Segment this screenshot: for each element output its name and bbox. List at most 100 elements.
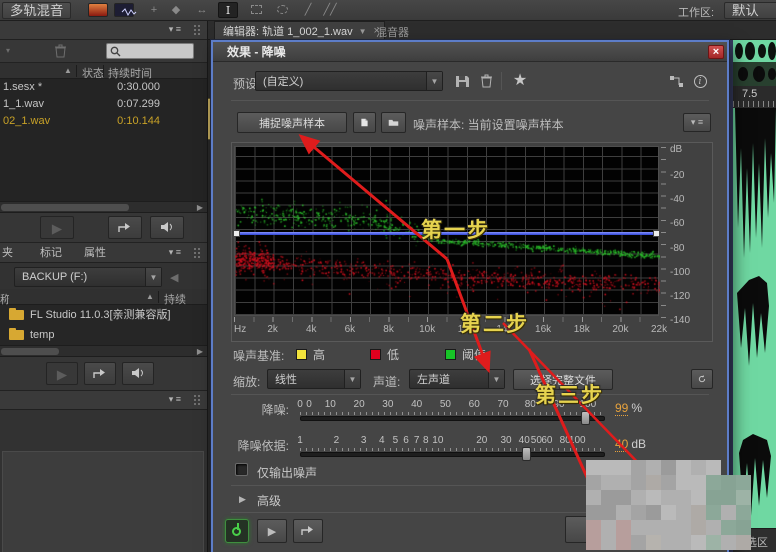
slider-tick-label: 1	[297, 435, 303, 446]
mosaic-tile	[646, 520, 661, 535]
media-column-header[interactable]: 称 ▲ 持续	[0, 289, 207, 305]
tab-properties[interactable]: 属性	[84, 246, 106, 261]
media-hscrollbar[interactable]: ▶	[0, 345, 207, 357]
channel-dropdown[interactable]: 左声道 ▼	[409, 369, 505, 389]
capture-noise-sample-button[interactable]: 捕捉噪声样本	[237, 112, 347, 133]
folder-row[interactable]: FL Studio 11.0.3[亲测兼容版]	[0, 305, 207, 325]
preset-dropdown[interactable]: (自定义) ▼	[255, 71, 443, 91]
delete-preset-icon[interactable]	[475, 71, 497, 91]
scrollbar-thumb[interactable]	[1, 204, 129, 211]
tab-dropdown-icon[interactable]: ▼	[359, 27, 367, 36]
nr-slider-track[interactable]	[300, 416, 605, 421]
move-tool-icon[interactable]: +	[144, 2, 164, 18]
multitrack-button[interactable]: 多轨混音	[2, 2, 71, 19]
spectral-view-icon[interactable]	[88, 3, 108, 17]
slip-tool-icon[interactable]: ↔	[192, 2, 212, 18]
timeline-ruler[interactable]: 7.5	[733, 86, 776, 108]
annotation-step1: 第一步	[421, 214, 490, 244]
slider-tick-label: 60	[541, 435, 552, 446]
speaker-icon[interactable]	[122, 362, 154, 385]
search-input[interactable]	[106, 43, 194, 59]
app-window: 多轨混音 + ◆ ↔ I ╱ ╱╱ 工作区: 默认 编辑器: 轨道 1_002_…	[0, 0, 776, 552]
lower-panel-tabs: 夹 标记 属性 ▾ ≡	[0, 243, 207, 263]
effect-power-toggle[interactable]	[225, 519, 249, 543]
back-icon[interactable]: ◀	[170, 271, 178, 284]
panel-grip-icon[interactable]	[193, 247, 201, 260]
slider-tick-label: 4	[379, 435, 385, 446]
play-button[interactable]: ▶	[40, 216, 74, 239]
file-name[interactable]: 1_1.wav	[3, 96, 44, 113]
filter-dropdown-icon[interactable]: ▾	[6, 46, 10, 55]
open-in-editor-icon[interactable]	[108, 216, 142, 239]
advanced-expander-icon[interactable]: ▶	[239, 494, 246, 505]
workspace-dropdown[interactable]: 默认	[724, 2, 776, 19]
preview-play-button[interactable]: ▶	[257, 519, 287, 543]
drive-dropdown[interactable]: BACKUP (F:) ▼	[14, 267, 162, 287]
x-axis-tick-label: 22k	[651, 324, 667, 335]
panel-menu-icon[interactable]: ▾ ≡	[169, 24, 181, 35]
waveform-view-icon[interactable]	[114, 3, 134, 17]
output-noise-only-checkbox[interactable]	[235, 463, 248, 476]
file-row[interactable]: 1_1.wav0:07.299	[0, 96, 207, 113]
time-selection-tool-icon[interactable]: I	[218, 2, 238, 18]
file-name[interactable]: 1.sesx *	[3, 79, 42, 96]
reset-icon[interactable]	[691, 369, 713, 389]
routing-icon[interactable]	[665, 71, 687, 91]
play-button[interactable]: ▶	[46, 362, 78, 385]
tab-clipped[interactable]: 夹	[2, 246, 13, 261]
open-in-editor-icon[interactable]	[84, 362, 116, 385]
file-row[interactable]: 1.sesx *0:30.000	[0, 79, 207, 96]
folder-name[interactable]: temp	[30, 329, 54, 341]
nr-value[interactable]: 99	[615, 401, 628, 416]
file-row[interactable]: 02_1.wav0:10.144	[0, 113, 207, 130]
lasso-selection-tool-icon[interactable]	[272, 2, 292, 18]
sort-asc-icon[interactable]: ▲	[64, 66, 72, 75]
save-sample-file-icon[interactable]	[353, 112, 376, 133]
nr-slider-handle[interactable]	[581, 411, 590, 425]
info-icon[interactable]: i	[689, 71, 711, 91]
mosaic-tile	[661, 535, 676, 550]
mosaic-tile	[706, 535, 721, 550]
scroll-right-icon[interactable]: ▶	[193, 346, 207, 356]
brush-tool-icon[interactable]: ╱	[298, 2, 318, 18]
spot-heal-tool-icon[interactable]: ╱╱	[320, 2, 340, 18]
loop-playback-icon[interactable]	[293, 519, 323, 543]
marquee-selection-tool-icon[interactable]	[246, 2, 266, 18]
waveform-overview-bottom[interactable]	[733, 62, 776, 86]
panel-grip-icon[interactable]	[193, 394, 201, 407]
files-hscrollbar[interactable]: ▶	[0, 201, 207, 213]
threshold-right-handle[interactable]	[653, 230, 660, 237]
dialog-titlebar[interactable]: 效果 - 降噪 ×	[213, 42, 727, 62]
tab-editor[interactable]: 编辑器: 轨道 1_002_1.wav ▼ ×	[214, 21, 385, 40]
folder-row[interactable]: temp	[0, 325, 207, 345]
scroll-right-icon[interactable]: ▶	[193, 202, 207, 212]
graph-menu-icon[interactable]: ▾ ≡	[683, 113, 711, 132]
files-column-header[interactable]: ▲ 状态 持续时间	[0, 63, 207, 79]
threshold-left-handle[interactable]	[233, 230, 240, 237]
folder-name[interactable]: FL Studio 11.0.3[亲测兼容版]	[30, 309, 171, 321]
panel-menu-icon[interactable]: ▾ ≡	[169, 394, 181, 405]
favorite-star-icon[interactable]: ★	[509, 70, 531, 90]
sort-asc-icon[interactable]: ▲	[146, 292, 154, 301]
nrby-slider-handle[interactable]	[522, 447, 531, 461]
tab-markers[interactable]: 标记	[40, 246, 62, 261]
zoom-dropdown[interactable]: 线性 ▼	[267, 369, 361, 389]
scrollbar-thumb[interactable]	[1, 348, 59, 355]
save-preset-icon[interactable]	[451, 71, 473, 91]
advanced-label[interactable]: 高级	[257, 492, 281, 509]
trash-icon[interactable]	[54, 44, 67, 61]
slider-tick-label: 6	[403, 435, 409, 446]
load-sample-folder-icon[interactable]	[381, 112, 406, 133]
waveform-overview-top[interactable]	[733, 40, 776, 62]
output-noise-only-label: 仅输出噪声	[257, 464, 317, 481]
razor-tool-icon[interactable]: ◆	[166, 2, 186, 18]
speaker-icon[interactable]	[150, 216, 184, 239]
panel-grip-icon[interactable]	[193, 24, 201, 37]
tab-mixer[interactable]: 混音器	[376, 24, 409, 40]
mosaic-tile	[676, 460, 691, 475]
file-name[interactable]: 02_1.wav	[3, 113, 50, 130]
panel-menu-icon[interactable]: ▾ ≡	[169, 247, 181, 258]
nrby-slider-track[interactable]	[300, 452, 605, 457]
dialog-close-icon[interactable]: ×	[708, 45, 724, 59]
nrby-value[interactable]: 40	[615, 437, 628, 452]
